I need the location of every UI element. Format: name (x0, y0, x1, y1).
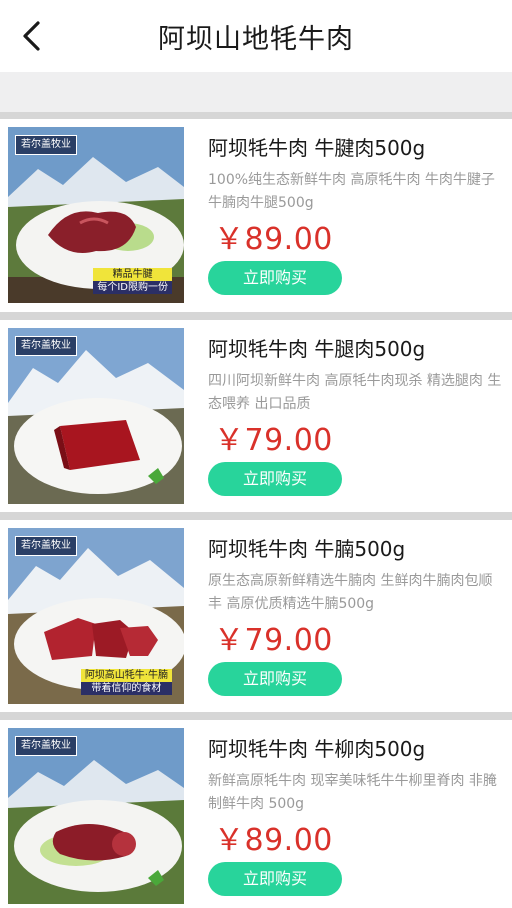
brand-logo: 若尔盖牧业 (15, 336, 77, 356)
buy-now-button[interactable]: 立即购买 (208, 462, 342, 496)
product-info: 阿坝牦牛肉 牛柳肉500g 新鲜高原牦牛肉 现宰美味牦牛牛柳里脊肉 非腌制鲜牛肉… (208, 736, 504, 896)
product-info: 阿坝牦牛肉 牛腿肉500g 四川阿坝新鲜牛肉 高原牦牛肉现杀 精选腿肉 生态喂养… (208, 336, 504, 496)
product-title[interactable]: 阿坝牦牛肉 牛腱肉500g (208, 135, 504, 161)
product-price: ￥89.00 (214, 823, 333, 858)
brand-logo: 若尔盖牧业 (15, 736, 77, 756)
product-item[interactable]: 若尔盖牧业 阿坝高山牦牛·牛腩 带着信仰的食材 阿坝牦牛肉 牛腩500g 原生态… (0, 512, 512, 712)
buy-now-button[interactable]: 立即购买 (208, 862, 342, 896)
product-info: 阿坝牦牛肉 牛腩500g 原生态高原新鲜精选牛腩肉 生鲜肉牛腩肉包顺丰 高原优质… (208, 536, 504, 696)
product-image[interactable]: 若尔盖牧业 阿坝高山牦牛·牛腩 带着信仰的食材 (8, 528, 184, 704)
product-description: 四川阿坝新鲜牛肉 高原牦牛肉现杀 精选腿肉 生态喂养 出口品质 (208, 373, 502, 412)
product-price: ￥79.00 (214, 623, 333, 658)
product-price: ￥79.00 (214, 423, 333, 458)
product-image[interactable]: 若尔盖牧业 (8, 728, 184, 904)
buy-now-button[interactable]: 立即购买 (208, 261, 342, 295)
product-list: 若尔盖牧业 精品牛腱 每个ID限购一份 阿坝牦牛肉 牛腱肉500g 100%纯生… (0, 112, 512, 908)
product-title[interactable]: 阿坝牦牛肉 牛柳肉500g (208, 736, 504, 762)
product-description: 100%纯生态新鲜牛肉 高原牦牛肉 牛肉牛腱子牛腩肉牛腿500g (208, 172, 495, 211)
promo-tag-line1: 精品牛腱 (93, 268, 172, 281)
product-item[interactable]: 若尔盖牧业 精品牛腱 每个ID限购一份 阿坝牦牛肉 牛腱肉500g 100%纯生… (0, 112, 512, 312)
product-image[interactable]: 若尔盖牧业 (8, 328, 184, 504)
product-image[interactable]: 若尔盖牧业 精品牛腱 每个ID限购一份 (8, 127, 184, 303)
nav-bar: 阿坝山地牦牛肉 (0, 0, 512, 72)
promo-tag: 阿坝高山牦牛·牛腩 带着信仰的食材 (75, 668, 178, 696)
page-title: 阿坝山地牦牛肉 (158, 24, 354, 55)
product-info: 阿坝牦牛肉 牛腱肉500g 100%纯生态新鲜牛肉 高原牦牛肉 牛肉牛腱子牛腩肉… (208, 135, 504, 295)
promo-tag-line1: 阿坝高山牦牛·牛腩 (80, 669, 172, 682)
product-price: ￥89.00 (214, 222, 333, 257)
buy-now-button[interactable]: 立即购买 (208, 662, 342, 696)
top-spacer (0, 72, 512, 112)
product-title[interactable]: 阿坝牦牛肉 牛腩500g (208, 536, 504, 562)
brand-logo: 若尔盖牧业 (15, 536, 77, 556)
product-description: 新鲜高原牦牛肉 现宰美味牦牛牛柳里脊肉 非腌制鲜牛肉 500g (208, 773, 497, 812)
product-item[interactable]: 若尔盖牧业 阿坝牦牛肉 牛腿肉500g 四川阿坝新鲜牛肉 高原牦牛肉现杀 精选腿… (0, 312, 512, 512)
product-item[interactable]: 若尔盖牧业 阿坝牦牛肉 牛柳肉500g 新鲜高原牦牛肉 现宰美味牦牛牛柳里脊肉 … (0, 712, 512, 908)
promo-tag-line2: 每个ID限购一份 (93, 281, 172, 294)
brand-logo: 若尔盖牧业 (15, 135, 77, 155)
promo-tag-line2: 带着信仰的食材 (80, 682, 172, 695)
product-title[interactable]: 阿坝牦牛肉 牛腿肉500g (208, 336, 504, 362)
product-description: 原生态高原新鲜精选牛腩肉 生鲜肉牛腩肉包顺丰 高原优质精选牛腩500g (208, 573, 493, 612)
promo-tag: 精品牛腱 每个ID限购一份 (87, 267, 178, 295)
